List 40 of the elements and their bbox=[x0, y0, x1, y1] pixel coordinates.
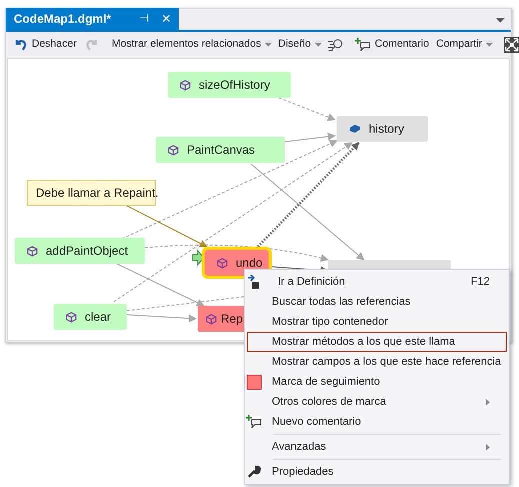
node-label: Rep bbox=[221, 311, 244, 328]
node-label: clear bbox=[85, 309, 112, 326]
close-button[interactable]: ✕ bbox=[161, 10, 172, 28]
comment-button[interactable]: Comentario bbox=[351, 34, 434, 56]
comment-note[interactable]: Debe llamar a Repaint. bbox=[27, 180, 156, 206]
menu-item-label: Avanzadas bbox=[272, 440, 326, 455]
dropdown-button[interactable]: Diseño bbox=[275, 34, 326, 56]
tab-title: CodeMap1.dgml* bbox=[14, 11, 112, 28]
menu-item-label: Mostrar campos a los que este hace referencia bbox=[272, 354, 502, 370]
menu-item-label: Buscar todas las referencias bbox=[272, 294, 411, 310]
dropdown-button[interactable]: Mostrar elementos relacionados bbox=[108, 34, 276, 56]
node-label: addPaintObject bbox=[46, 243, 128, 260]
menu-item-label: Marca de seguimiento bbox=[272, 374, 380, 390]
node-label: PaintCanvas bbox=[187, 142, 256, 159]
menu-item-label: Mostrar tipo contenedor bbox=[272, 314, 388, 330]
menu-item[interactable]: Marca de seguimiento bbox=[247, 372, 507, 392]
menu-item-label: Ir a Definición bbox=[278, 274, 346, 290]
menu-item[interactable]: Otros colores de marca bbox=[247, 392, 507, 412]
shortcut-label: F12 bbox=[471, 274, 490, 290]
node-label: history bbox=[369, 121, 404, 138]
node-label: sizeOfHistory bbox=[199, 77, 270, 94]
dropdown-button[interactable]: Compartir bbox=[433, 34, 496, 56]
graph-node[interactable]: addPaintObject bbox=[15, 238, 145, 264]
menu-item[interactable]: Propiedades bbox=[247, 462, 507, 482]
menu-item[interactable]: Mostrar métodos a los que este llama bbox=[247, 332, 507, 352]
menu-item-label: Mostrar métodos a los que este llama bbox=[272, 334, 456, 350]
node-label: undo bbox=[236, 255, 263, 272]
graph-node[interactable]: sizeOfHistory bbox=[168, 72, 291, 98]
graph-node[interactable]: clear bbox=[54, 304, 127, 330]
undo-button[interactable]: Deshacer bbox=[10, 34, 81, 56]
menu-item[interactable]: Mostrar campos a los que este hace referencia bbox=[247, 352, 507, 372]
menu-item[interactable]: Nuevo comentario bbox=[247, 412, 507, 432]
graph-node[interactable]: history bbox=[337, 116, 428, 142]
document-tab[interactable]: CodeMap1.dgml* ⊣ ✕ bbox=[6, 8, 180, 30]
menu-item-label: Propiedades bbox=[272, 464, 334, 480]
menu-item[interactable]: Avanzadas bbox=[247, 437, 507, 457]
graph-node[interactable]: PaintCanvas bbox=[156, 137, 285, 163]
menu-item-label: Nuevo comentario bbox=[272, 414, 362, 430]
pin-button[interactable]: ⊣ bbox=[139, 10, 150, 28]
menu-item-label: Otros colores de marca bbox=[272, 394, 386, 410]
